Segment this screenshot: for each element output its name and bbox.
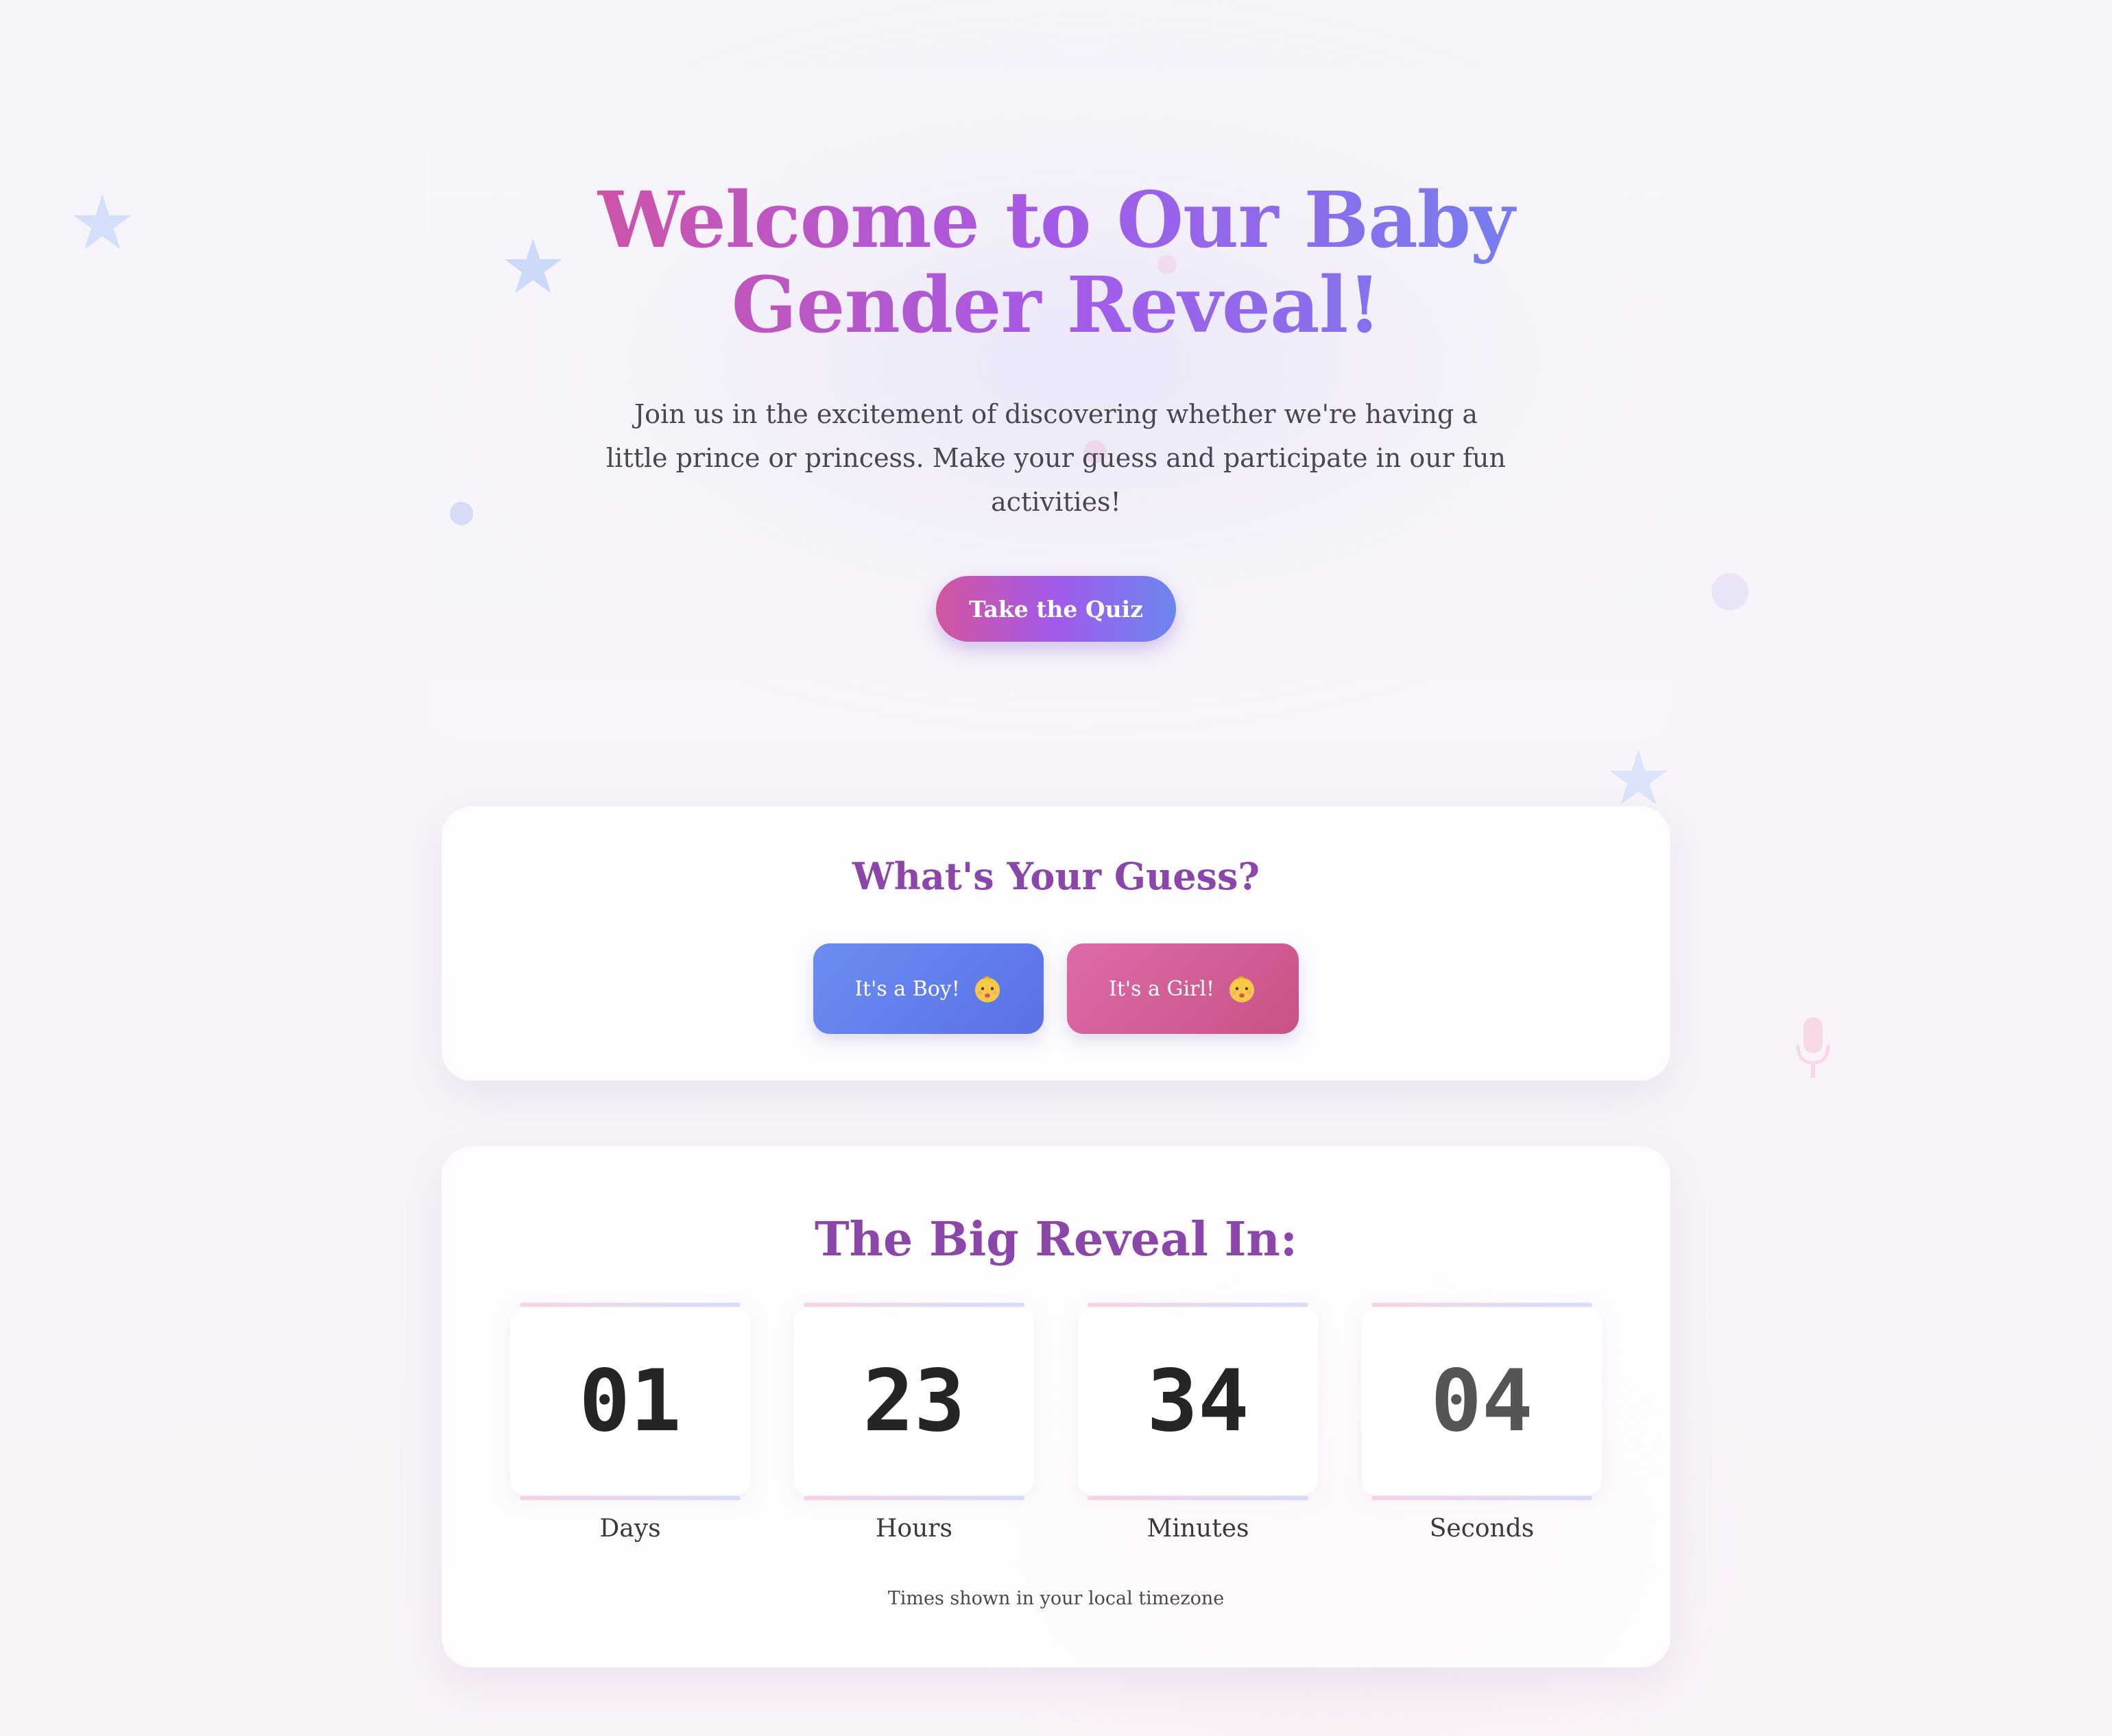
days-value: 01 bbox=[579, 1352, 682, 1451]
boy-guess-button[interactable]: It's a Boy! bbox=[813, 943, 1044, 1034]
hours-value: 23 bbox=[863, 1352, 965, 1451]
decor-dot bbox=[1712, 573, 1749, 610]
page: ★ ★ ★ Welcome to Our Baby Gender Reveal!… bbox=[0, 0, 2112, 1736]
hours-label: Hours bbox=[876, 1515, 952, 1543]
seconds-label: Seconds bbox=[1429, 1515, 1535, 1543]
girl-guess-label: It's a Girl! bbox=[1108, 976, 1215, 1001]
page-title: Welcome to Our Baby Gender Reveal! bbox=[507, 178, 1605, 348]
baby-face-icon bbox=[1229, 976, 1255, 1002]
days-label: Days bbox=[599, 1515, 661, 1543]
minutes-box: 34 bbox=[1078, 1303, 1318, 1500]
countdown-timer: 01 Days 23 Hours 34 Minutes 04 Seconds bbox=[510, 1303, 1602, 1544]
seconds-box: 04 bbox=[1362, 1303, 1602, 1500]
girl-guess-button[interactable]: It's a Girl! bbox=[1067, 943, 1299, 1034]
timezone-note: Times shown in your local timezone bbox=[887, 1588, 1225, 1609]
hero-subtitle: Join us in the excitement of discovering… bbox=[606, 399, 1506, 517]
minutes-value: 34 bbox=[1147, 1352, 1249, 1451]
microphone-icon bbox=[1796, 1017, 1830, 1078]
countdown-title: The Big Reveal In: bbox=[815, 1212, 1297, 1267]
guess-options: It's a Boy! It's a Girl! bbox=[442, 943, 1670, 1034]
guess-title: What's Your Guess? bbox=[852, 854, 1260, 898]
countdown-seconds: 04 Seconds bbox=[1362, 1303, 1602, 1544]
seconds-value: 04 bbox=[1430, 1352, 1533, 1451]
minutes-label: Minutes bbox=[1147, 1515, 1249, 1543]
guess-card: What's Your Guess? It's a Boy! It's a Gi… bbox=[442, 806, 1670, 1081]
hero-section: Welcome to Our Baby Gender Reveal! Join … bbox=[439, 178, 1673, 642]
baby-face-icon bbox=[974, 976, 1000, 1002]
countdown-days: 01 Days bbox=[510, 1303, 750, 1544]
days-box: 01 bbox=[510, 1303, 750, 1500]
countdown-minutes: 34 Minutes bbox=[1078, 1303, 1318, 1544]
countdown-card: The Big Reveal In: 01 Days 23 Hours 34 M… bbox=[442, 1146, 1670, 1667]
star-icon: ★ bbox=[1605, 734, 1672, 822]
boy-guess-label: It's a Boy! bbox=[854, 976, 960, 1001]
take-quiz-button[interactable]: Take the Quiz bbox=[936, 576, 1176, 642]
star-icon: ★ bbox=[69, 179, 136, 267]
hours-box: 23 bbox=[794, 1303, 1034, 1500]
countdown-hours: 23 Hours bbox=[794, 1303, 1034, 1544]
